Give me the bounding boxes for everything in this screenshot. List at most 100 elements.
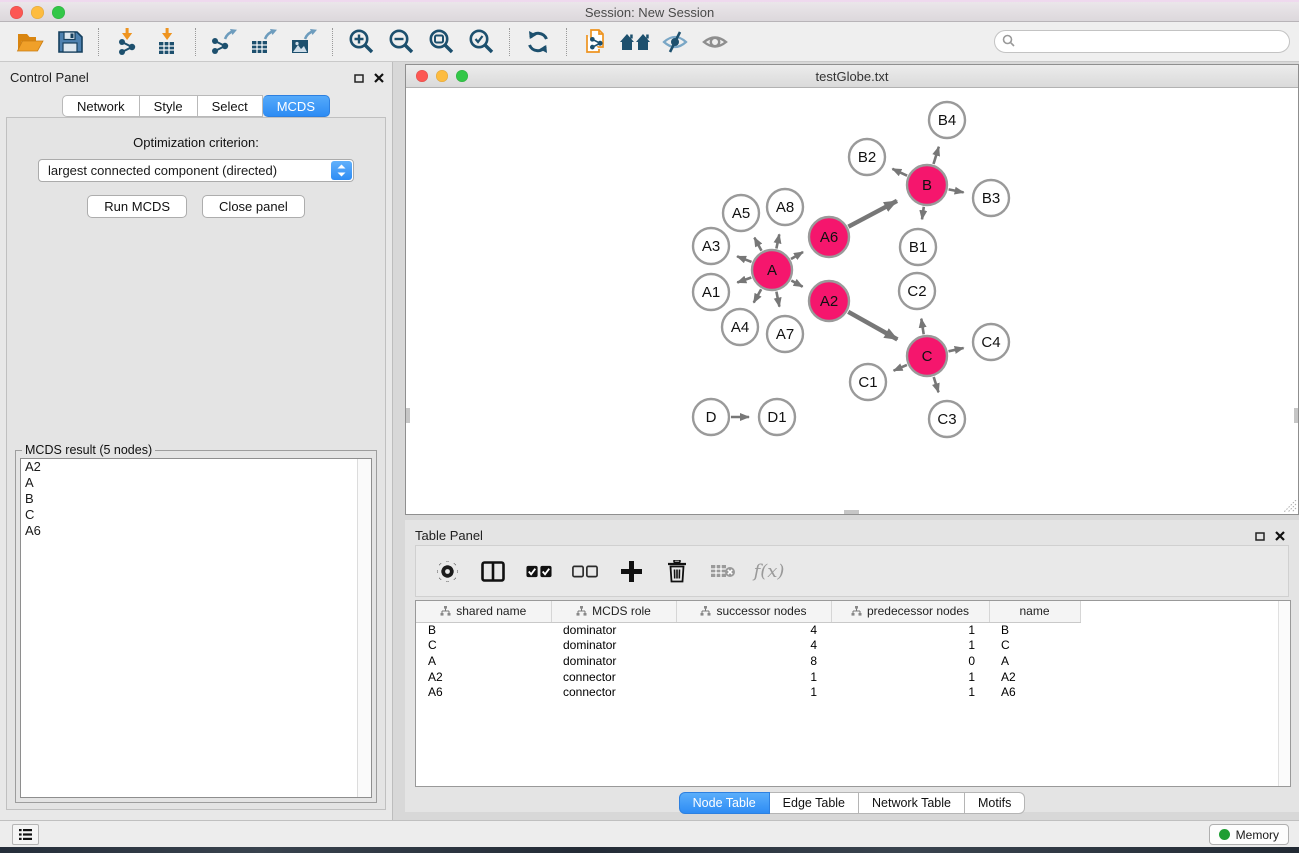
table-cell: 0 [831, 653, 989, 669]
graph-node-A3[interactable]: A3 [693, 228, 729, 264]
mcds-tab-content: Optimization criterion: largest connecte… [6, 117, 386, 810]
graph-node-A2[interactable]: A2 [809, 281, 849, 321]
tab-mcds[interactable]: MCDS [263, 95, 330, 117]
close-panel-icon[interactable] [374, 71, 384, 86]
canvas-right-scroll-thumb[interactable] [1294, 408, 1298, 423]
memory-button[interactable]: Memory [1209, 824, 1289, 845]
table-cell: connector [551, 684, 676, 700]
table-row[interactable]: Adominator80A [416, 653, 1080, 669]
graph-edge-A-A1 [737, 278, 751, 283]
zoom-fit-button[interactable] [421, 25, 461, 59]
result-list-scrollbar[interactable] [357, 459, 371, 797]
graph-node-C1[interactable]: C1 [850, 364, 886, 400]
zoom-out-button[interactable] [381, 25, 421, 59]
task-history-button[interactable] [12, 824, 39, 845]
graph-node-A4[interactable]: A4 [722, 309, 758, 345]
graphics-details-button[interactable] [695, 25, 735, 59]
import-network-button[interactable] [107, 25, 147, 59]
svg-text:A2: A2 [820, 293, 838, 310]
graph-node-B3[interactable]: B3 [973, 180, 1009, 216]
canvas-left-scroll-thumb[interactable] [406, 408, 410, 423]
float-panel-icon[interactable] [354, 71, 364, 86]
unselect-all-columns-button[interactable] [572, 556, 598, 586]
table-scrollbar[interactable] [1278, 601, 1290, 786]
tab-network[interactable]: Network [62, 95, 140, 117]
graph-node-C[interactable]: C [907, 336, 947, 376]
mcds-result-items: A2ABCA6 [21, 459, 371, 539]
create-column-button[interactable] [618, 556, 644, 586]
open-session-button[interactable] [10, 25, 50, 59]
tab-style[interactable]: Style [140, 95, 198, 117]
graph-node-B[interactable]: B [907, 165, 947, 205]
table-cell: 1 [676, 669, 831, 685]
graph-node-C3[interactable]: C3 [929, 401, 965, 437]
mcds-result-item[interactable]: B [21, 491, 371, 507]
run-mcds-button[interactable]: Run MCDS [87, 195, 187, 218]
memory-status-icon [1219, 829, 1230, 840]
tab-edge-table[interactable]: Edge Table [770, 792, 859, 814]
tab-select[interactable]: Select [198, 95, 263, 117]
graph-node-A7[interactable]: A7 [767, 316, 803, 352]
mcds-result-list[interactable]: A2ABCA6 [20, 458, 372, 798]
table-row[interactable]: Cdominator41C [416, 638, 1080, 654]
toggle-bird-view-button[interactable] [655, 25, 695, 59]
column-header-name[interactable]: name [989, 601, 1080, 622]
function-builder-button: f(x) [756, 556, 782, 586]
mcds-result-item[interactable]: C [21, 507, 371, 523]
graph-node-A8[interactable]: A8 [767, 189, 803, 225]
graph-node-B1[interactable]: B1 [900, 229, 936, 265]
zoom-in-button[interactable] [341, 25, 381, 59]
network-view-window: testGlobe.txt B4 B2 B B3 A5 A8 A6 A3 B1 [405, 64, 1299, 515]
graph-node-C2[interactable]: C2 [899, 273, 935, 309]
show-column-button[interactable] [480, 556, 506, 586]
graph-edge-B-B1 [922, 207, 924, 220]
tab-node-table[interactable]: Node Table [679, 792, 770, 814]
tab-motifs[interactable]: Motifs [965, 792, 1025, 814]
node-table-grid: shared nameMCDS rolesuccessor nodesprede… [416, 601, 1081, 700]
table-cell: B [989, 622, 1080, 638]
window-resize-grip[interactable] [1284, 500, 1297, 513]
table-row[interactable]: A6connector11A6 [416, 684, 1080, 700]
float-table-panel-icon[interactable] [1255, 529, 1265, 544]
zoom-selected-button[interactable] [461, 25, 501, 59]
export-image-button[interactable] [284, 25, 324, 59]
graph-node-D1[interactable]: D1 [759, 399, 795, 435]
search-input[interactable] [994, 30, 1290, 53]
network-canvas[interactable]: B4 B2 B B3 A5 A8 A6 A3 B1 A A1 C2 A2 [406, 88, 1298, 514]
graph-node-D[interactable]: D [693, 399, 729, 435]
graph-node-A[interactable]: A [752, 250, 792, 290]
refresh-button[interactable] [518, 25, 558, 59]
mcds-result-item[interactable]: A6 [21, 523, 371, 539]
graph-node-A5[interactable]: A5 [723, 195, 759, 231]
table-row[interactable]: Bdominator41B [416, 622, 1080, 638]
save-session-button[interactable] [50, 25, 90, 59]
column-header-shared-name[interactable]: shared name [416, 601, 551, 622]
graph-node-A6[interactable]: A6 [809, 217, 849, 257]
home-button[interactable] [615, 25, 655, 59]
graph-node-A1[interactable]: A1 [693, 274, 729, 310]
select-all-columns-button[interactable] [526, 556, 552, 586]
svg-text:B1: B1 [909, 239, 927, 256]
delete-column-button[interactable] [664, 556, 690, 586]
duplicate-network-button[interactable] [575, 25, 615, 59]
column-header-MCDS-role[interactable]: MCDS role [551, 601, 676, 622]
import-table-button[interactable] [147, 25, 187, 59]
graph-node-C4[interactable]: C4 [973, 324, 1009, 360]
graph-node-B4[interactable]: B4 [929, 102, 965, 138]
mcds-result-item[interactable]: A2 [21, 459, 371, 475]
export-table-button[interactable] [244, 25, 284, 59]
canvas-bottom-scroll-thumb[interactable] [844, 510, 859, 514]
table-options-button[interactable] [434, 556, 460, 586]
graph-node-B2[interactable]: B2 [849, 139, 885, 175]
criterion-dropdown[interactable]: largest connected component (directed) [38, 159, 354, 182]
table-row[interactable]: A2connector11A2 [416, 669, 1080, 685]
column-header-predecessor-nodes[interactable]: predecessor nodes [831, 601, 989, 622]
mcds-result-item[interactable]: A [21, 475, 371, 491]
tab-network-table[interactable]: Network Table [859, 792, 965, 814]
svg-text:A1: A1 [702, 284, 720, 301]
column-header-successor-nodes[interactable]: successor nodes [676, 601, 831, 622]
table-body: Bdominator41BCdominator41CAdominator80AA… [416, 622, 1080, 700]
export-network-button[interactable] [204, 25, 244, 59]
close-panel-button[interactable]: Close panel [202, 195, 305, 218]
close-table-panel-icon[interactable] [1275, 529, 1285, 544]
